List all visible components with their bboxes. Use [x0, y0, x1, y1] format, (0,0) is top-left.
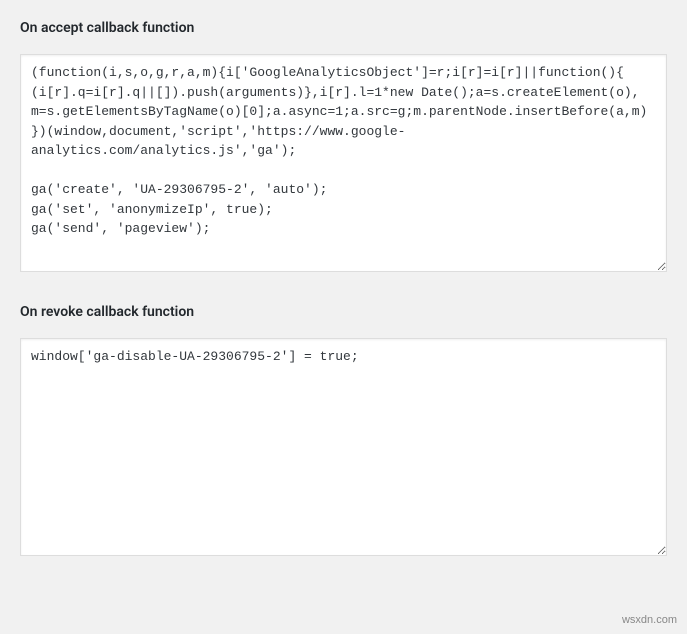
watermark-text: wsxdn.com [622, 614, 677, 626]
revoke-callback-label: On revoke callback function [20, 304, 667, 320]
accept-callback-group: On accept callback function [20, 20, 667, 276]
revoke-callback-textarea[interactable] [20, 338, 667, 556]
accept-callback-textarea[interactable] [20, 54, 667, 272]
revoke-callback-group: On revoke callback function [20, 304, 667, 560]
accept-callback-label: On accept callback function [20, 20, 667, 36]
